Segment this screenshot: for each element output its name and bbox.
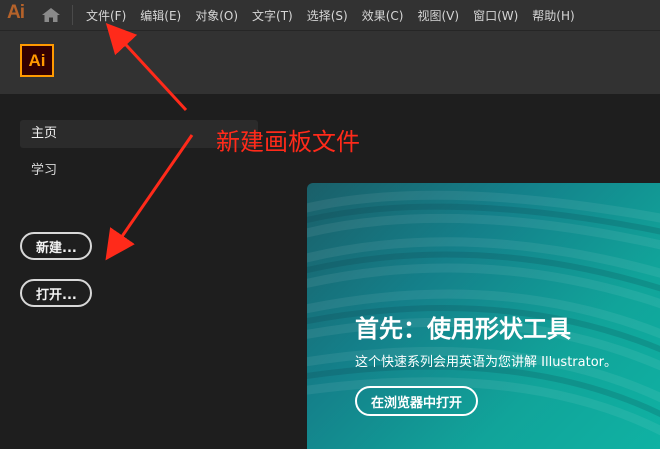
open-button[interactable]: 打开... — [20, 279, 92, 307]
open-in-browser-button[interactable]: 在浏览器中打开 — [355, 386, 479, 416]
menu-bar: Ai 文件(F) 编辑(E) 对象(O) 文字(T) 选择(S) 效果(C) 视… — [0, 0, 660, 31]
promo-title: 首先：使用形状工具 — [355, 315, 571, 343]
app-badge: Ai — [20, 44, 54, 77]
menu-file[interactable]: 文件(F) — [86, 7, 126, 24]
menu: 文件(F) 编辑(E) 对象(O) 文字(T) 选择(S) 效果(C) 视图(V… — [86, 0, 575, 30]
arrow-to-new-button — [105, 134, 194, 261]
menu-window[interactable]: 窗口(W) — [473, 7, 518, 24]
menu-edit[interactable]: 编辑(E) — [140, 7, 181, 24]
promo-card: 首先：使用形状工具 这个快速系列会用英语为您讲解 Illustrator。 在浏… — [307, 183, 660, 449]
menu-effect[interactable]: 效果(C) — [362, 7, 404, 24]
menu-help[interactable]: 帮助(H) — [532, 7, 574, 24]
sidebar-item-learn[interactable]: 学习 — [20, 157, 57, 185]
home-header: Ai — [0, 31, 660, 94]
menu-view[interactable]: 视图(V) — [417, 7, 459, 24]
menu-divider — [72, 5, 73, 25]
promo-description: 这个快速系列会用英语为您讲解 Illustrator。 — [355, 355, 618, 370]
home-icon[interactable] — [40, 6, 62, 24]
app-logo: Ai — [7, 2, 25, 23]
new-button[interactable]: 新建... — [20, 232, 92, 260]
annotation-label: 新建画板文件 — [216, 128, 360, 156]
menu-select[interactable]: 选择(S) — [307, 7, 348, 24]
menu-object[interactable]: 对象(O) — [195, 7, 238, 24]
menu-type[interactable]: 文字(T) — [252, 7, 293, 24]
